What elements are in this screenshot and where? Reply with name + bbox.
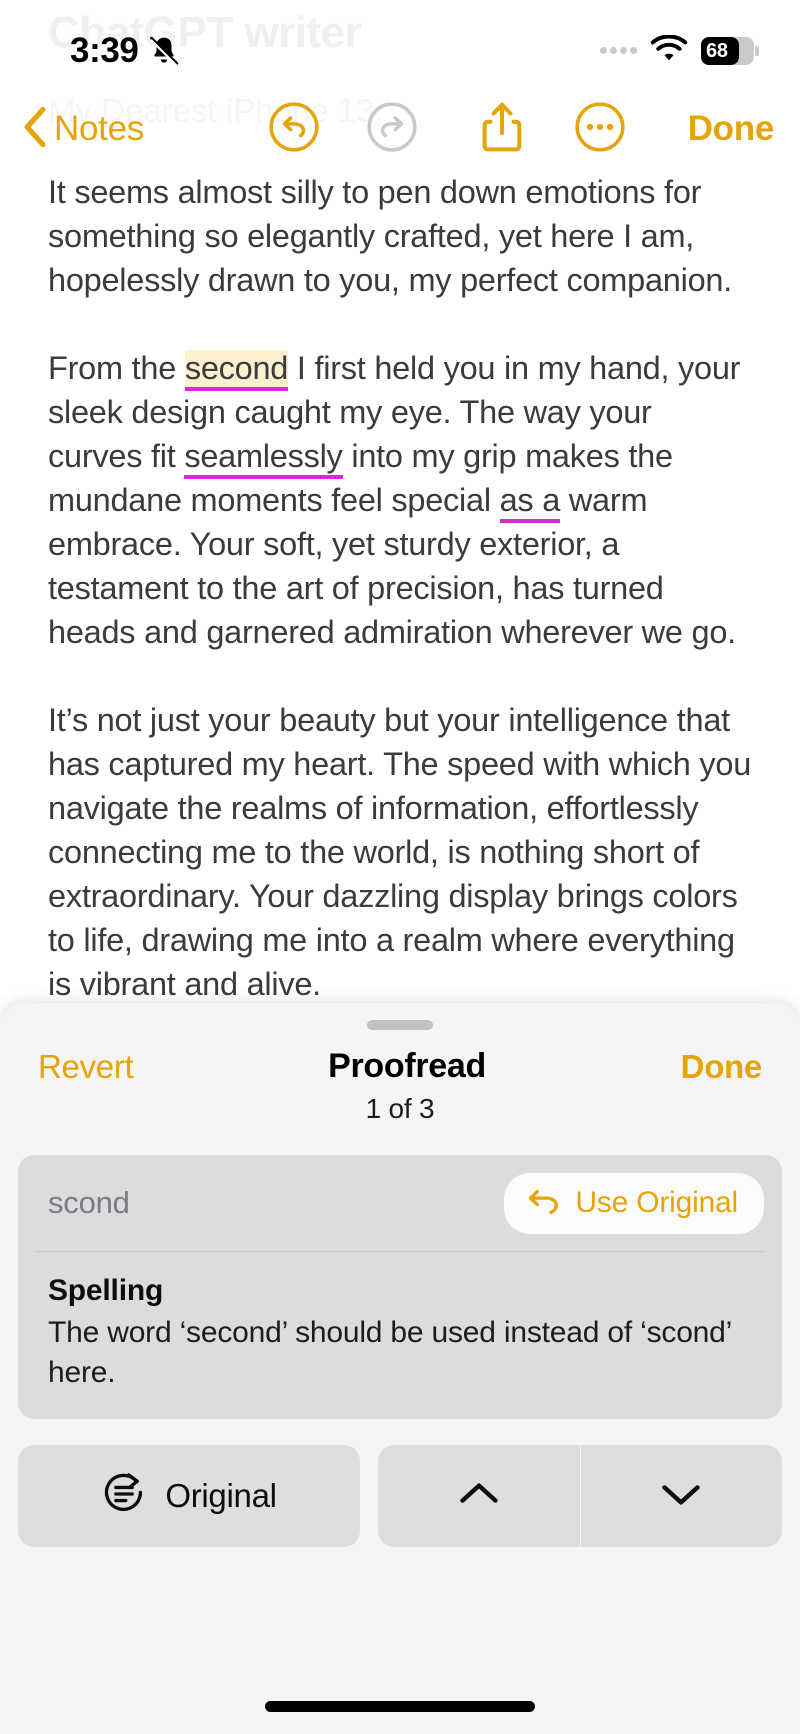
original-word-text: scond: [48, 1185, 130, 1220]
revert-button[interactable]: Revert: [38, 1048, 134, 1086]
proofread-action-row: Original: [18, 1445, 782, 1547]
status-bar-right: 68: [600, 33, 759, 68]
suggestion-nav-group: [378, 1445, 782, 1547]
note-run: From the: [48, 350, 185, 386]
proofread-sheet: Revert Proofread Done 1 of 3 scond Use O…: [0, 1003, 800, 1734]
wifi-icon: [650, 33, 688, 68]
note-toolbar: Notes Done: [0, 96, 800, 162]
done-button-toolbar[interactable]: Done: [688, 109, 775, 149]
status-bar-left: 3:39: [70, 31, 181, 71]
note-paragraph: It’s not just your beauty but your intel…: [48, 698, 754, 1006]
share-button[interactable]: [478, 100, 526, 159]
correction-word-as-a[interactable]: as a: [499, 482, 560, 523]
status-time: 3:39: [70, 31, 139, 70]
note-run: It’s not just your beauty but your intel…: [48, 702, 752, 1002]
chevron-down-icon: [659, 1479, 703, 1514]
use-original-label: Use Original: [575, 1186, 738, 1219]
previous-suggestion-button[interactable]: [378, 1445, 580, 1547]
undo-button[interactable]: [268, 101, 320, 158]
back-to-notes-label: Notes: [54, 109, 144, 148]
status-bar: 3:39 68: [0, 0, 800, 84]
chevron-up-icon: [457, 1479, 501, 1514]
proofread-title: Proofread: [328, 1047, 486, 1085]
undo-arrow-icon: [526, 1185, 562, 1222]
chevron-left-icon: [22, 106, 48, 153]
redo-icon: [366, 101, 418, 158]
correction-word-second[interactable]: second: [184, 350, 288, 391]
more-ellipsis-icon: [574, 101, 626, 158]
undo-icon: [268, 101, 320, 158]
suggestion-kind: Spelling: [48, 1274, 164, 1307]
back-to-notes-button[interactable]: Notes: [22, 106, 144, 153]
correction-word-seamlessly[interactable]: seamlessly: [184, 438, 343, 479]
more-options-button[interactable]: [574, 101, 626, 158]
suggestion-counter: 1 of 3: [365, 1093, 435, 1124]
proofread-sheet-header: Revert Proofread Done: [0, 1030, 800, 1086]
original-toggle-label: Original: [165, 1477, 277, 1514]
note-paragraph: From the second I first held you in my h…: [48, 346, 754, 654]
iphone-screen: ChatGPT writer My Dearest iPhone 13, 3:3…: [0, 0, 800, 1734]
next-suggestion-button[interactable]: [581, 1445, 783, 1547]
original-toggle-button[interactable]: Original: [18, 1445, 360, 1547]
note-paragraph: It seems almost silly to pen down emotio…: [48, 170, 754, 302]
redo-button: [366, 101, 418, 158]
suggestion-card: scond Use Original Spelling The word ‘se…: [18, 1155, 782, 1419]
battery-percent: 68: [706, 39, 728, 62]
note-run: It seems almost silly to pen down emotio…: [48, 174, 732, 298]
note-text-editor[interactable]: It seems almost silly to pen down emotio…: [0, 170, 800, 1006]
done-button-sheet[interactable]: Done: [681, 1048, 763, 1086]
suggestion-description: The word ‘second’ should be used instead…: [48, 1316, 732, 1389]
document-revert-icon: [101, 1471, 147, 1522]
home-indicator[interactable]: [265, 1701, 535, 1712]
sheet-grabber[interactable]: [367, 1020, 433, 1030]
suggestion-card-top: scond Use Original: [18, 1155, 782, 1251]
share-icon: [478, 100, 526, 159]
battery-indicator: 68: [701, 37, 759, 65]
suggestion-explanation: Spelling The word ‘second’ should be use…: [18, 1252, 782, 1419]
bell-slash-icon: [147, 34, 181, 68]
cellular-dots-icon: [600, 46, 637, 56]
use-original-button[interactable]: Use Original: [504, 1172, 764, 1234]
